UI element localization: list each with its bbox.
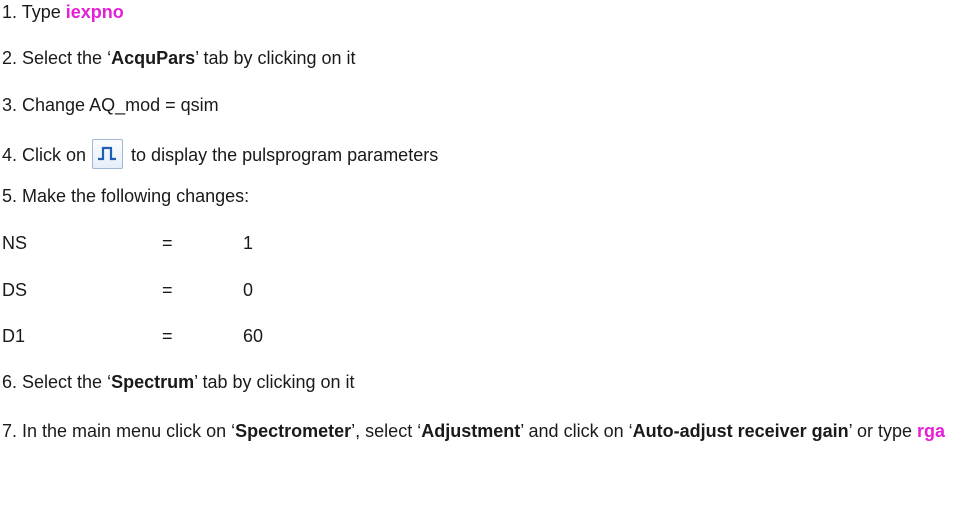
step-6-suffix: ’ tab by clicking on it — [194, 372, 355, 392]
param-value: 60 — [243, 326, 264, 346]
spectrum-tab-name: Spectrum — [111, 372, 195, 392]
step-6: 6. Select the ‘Spectrum’ tab by clicking… — [2, 371, 355, 393]
adjustment-menu-name: Adjustment — [421, 421, 521, 441]
step-7-mid-1: ’, select ‘ — [351, 421, 422, 441]
param-equals: = — [162, 233, 173, 253]
command-rga: rga — [917, 421, 946, 441]
param-equals: = — [162, 280, 173, 300]
spectrometer-menu-name: Spectrometer — [235, 421, 352, 441]
step-5-text: 5. Make the following changes: — [2, 186, 250, 206]
step-2: 2. Select the ‘AcquPars’ tab by clicking… — [2, 47, 356, 69]
param-value: 1 — [243, 233, 254, 253]
step-2-prefix: 2. Select the ‘ — [2, 48, 112, 68]
step-1-text: 1. Type — [2, 2, 66, 22]
step-7-mid-3: ’ or type — [848, 421, 918, 441]
param-name: D1 — [2, 326, 26, 346]
param-name: NS — [2, 233, 28, 253]
step-1: 1. Type iexpno — [2, 1, 124, 23]
pulse-program-icon[interactable] — [92, 139, 124, 169]
acqupars-tab-name: AcquPars — [111, 48, 196, 68]
step-7-prefix: 7. In the main menu click on ‘ — [2, 421, 236, 441]
step-7: 7. In the main menu click on ‘Spectromet… — [2, 418, 960, 444]
param-equals: = — [162, 326, 173, 346]
auto-adjust-gain-item: Auto-adjust receiver gain — [632, 421, 849, 441]
step-4: 4. Click on to display the pulsprogram pa… — [2, 139, 438, 169]
param-name: DS — [2, 280, 28, 300]
step-2-suffix: ’ tab by clicking on it — [195, 48, 356, 68]
command-iexpno: iexpno — [65, 2, 124, 22]
step-6-prefix: 6. Select the ‘ — [2, 372, 112, 392]
step-4-suffix: to display the pulsprogram parameters — [131, 145, 439, 165]
step-3: 3. Change AQ_mod = qsim — [2, 94, 219, 116]
step-4-prefix: 4. Click on — [2, 145, 87, 165]
step-5: 5. Make the following changes: — [2, 185, 249, 207]
step-7-mid-2: ’ and click on ‘ — [520, 421, 633, 441]
step-3-text: 3. Change AQ_mod = qsim — [2, 95, 219, 115]
param-value: 0 — [243, 280, 254, 300]
